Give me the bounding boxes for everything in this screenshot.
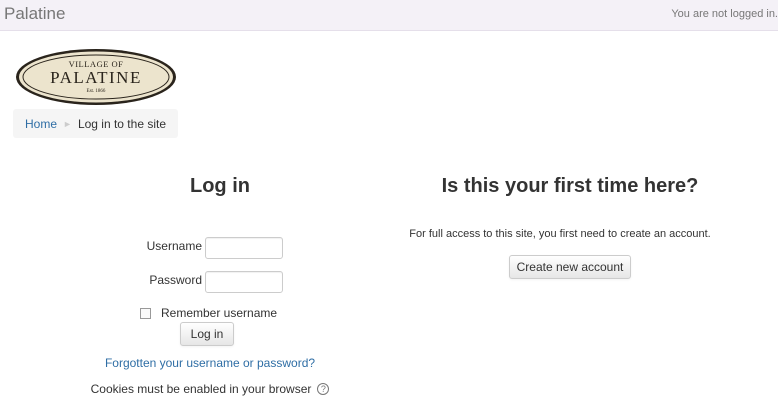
breadcrumb-separator-icon: ► bbox=[63, 118, 72, 129]
site-brand-link[interactable]: Palatine bbox=[4, 4, 65, 24]
page: Palatine You are not logged in. VILLAGE … bbox=[0, 0, 778, 400]
password-label: Password bbox=[149, 273, 202, 287]
question-mark-help-icon[interactable]: ? bbox=[317, 383, 330, 395]
breadcrumb: Home ► Log in to the site bbox=[13, 109, 178, 138]
first-time-heading: Is this your first time here? bbox=[441, 175, 699, 197]
password-input[interactable] bbox=[205, 271, 283, 293]
logo-text-palatine: PALATINE bbox=[50, 68, 142, 87]
login-button[interactable]: Log in bbox=[180, 322, 234, 346]
cookies-notice: Cookies must be enabled in your browser … bbox=[40, 382, 380, 396]
username-input[interactable] bbox=[205, 237, 283, 259]
top-navbar: Palatine You are not logged in. bbox=[0, 0, 778, 31]
cookies-notice-text: Cookies must be enabled in your browser bbox=[90, 382, 312, 396]
logo-text-established: Est. 1866 bbox=[87, 89, 106, 94]
signup-instructions-text: For full access to this site, you first … bbox=[409, 228, 711, 240]
username-label: Username bbox=[146, 239, 202, 253]
village-of-palatine-logo[interactable]: VILLAGE OF PALATINE Est. 1866 bbox=[15, 48, 177, 106]
breadcrumb-home-link[interactable]: Home bbox=[25, 117, 57, 131]
breadcrumb-current-page: Log in to the site bbox=[77, 116, 166, 131]
remember-username-row[interactable]: Remember username bbox=[140, 306, 277, 320]
login-heading: Log in bbox=[190, 175, 250, 197]
create-new-account-button[interactable]: Create new account bbox=[509, 255, 631, 279]
forgot-password-link[interactable]: Forgotten your username or password? bbox=[60, 356, 360, 370]
login-status-text: You are not logged in. bbox=[671, 8, 778, 20]
remember-username-label: Remember username bbox=[161, 306, 278, 320]
remember-username-checkbox[interactable] bbox=[140, 307, 151, 319]
